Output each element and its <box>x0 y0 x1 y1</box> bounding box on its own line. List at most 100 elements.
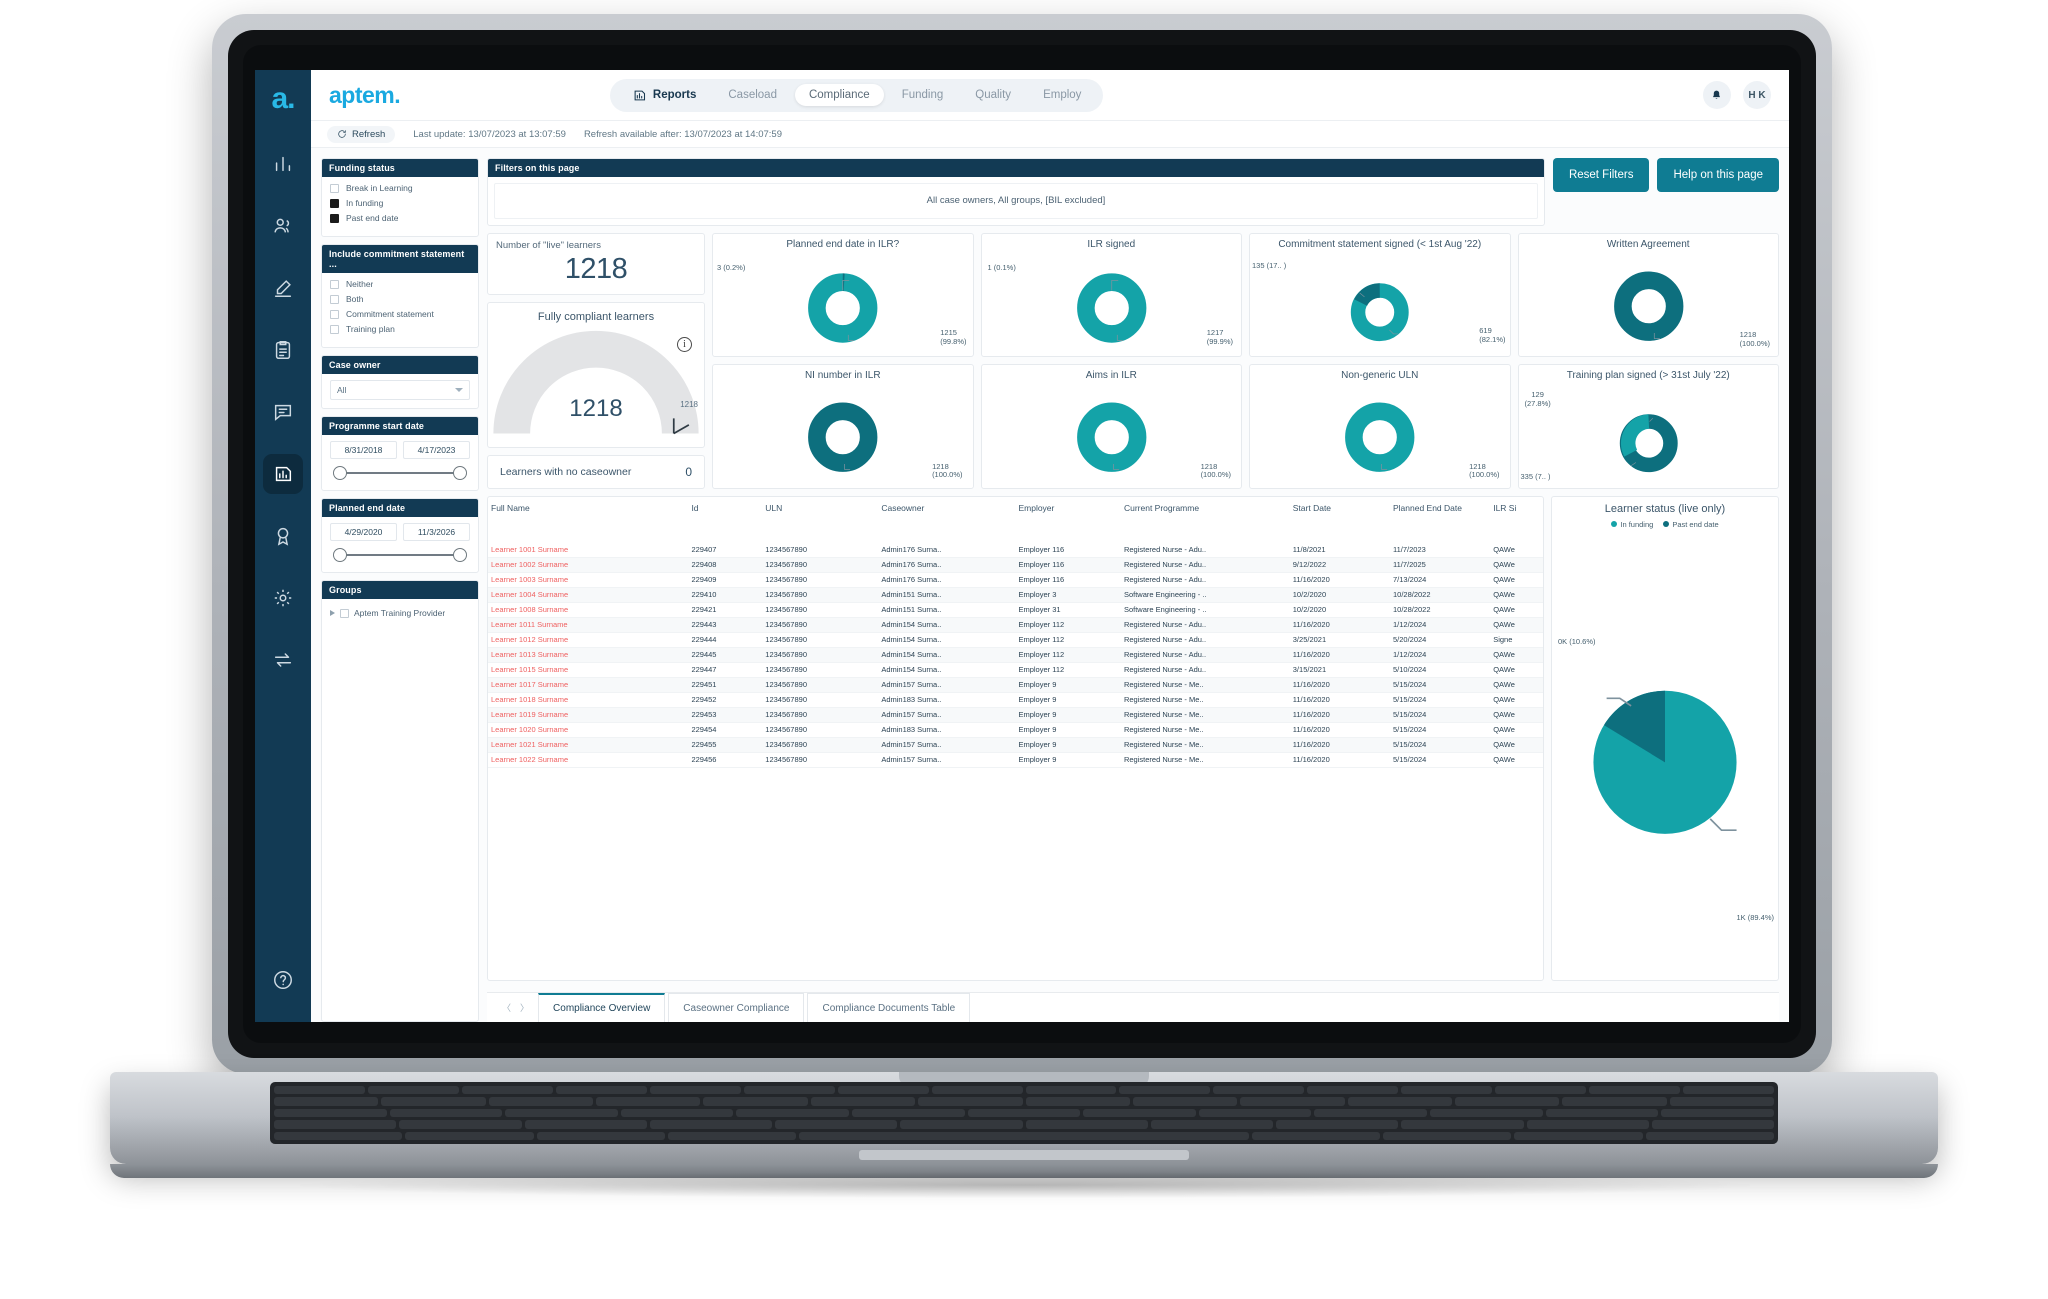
nav-quality[interactable]: Quality <box>961 84 1025 106</box>
programme-start-slider[interactable] <box>333 466 467 480</box>
settings-icon[interactable] <box>263 578 303 618</box>
chart-planned-end-date-in-ilr[interactable]: Planned end date in ILR? 3 (0.2%) 1215 (… <box>712 233 974 358</box>
checkbox-checked-icon[interactable] <box>330 198 339 208</box>
checkbox-icon[interactable] <box>330 324 339 334</box>
tab-caseowner-compliance[interactable]: Caseowner Compliance <box>668 993 805 1022</box>
planned-end-slider[interactable] <box>333 548 467 562</box>
checkbox-icon[interactable] <box>330 183 339 193</box>
nav-reports[interactable]: Reports <box>618 83 710 108</box>
reports-icon[interactable] <box>263 454 303 494</box>
nav-compliance[interactable]: Compliance <box>794 84 884 106</box>
tab-compliance-documents-table[interactable]: Compliance Documents Table <box>807 993 971 1022</box>
table-row[interactable]: Learner 1020 Surname 229454 1234567890 Admi… <box>488 722 1543 738</box>
table-cell: Employer 9 <box>1015 737 1121 753</box>
filter-option-in-funding[interactable]: In funding <box>330 198 470 208</box>
chart-aims-in-ilr[interactable]: Aims in ILR 1218 (100.0%) <box>980 364 1242 489</box>
filter-option-break-in-learning[interactable]: Break in Learning <box>330 183 470 193</box>
tab-next-icon[interactable]: 〉 <box>520 1001 529 1014</box>
col-current-programme[interactable]: Current Programme <box>1121 497 1290 517</box>
table-row[interactable]: Learner 1015 Surname 229447 1234567890 Admi… <box>488 662 1543 678</box>
table-cell: 10/2/2020 <box>1289 587 1390 603</box>
legend-item-in-funding[interactable]: In funding <box>1611 520 1653 529</box>
table-row[interactable]: Learner 1019 Surname 229453 1234567890 Admi… <box>488 707 1543 723</box>
table-cell: Learner 1011 Surname <box>488 617 689 633</box>
table-cell: 229409 <box>688 572 763 588</box>
legend-item-past-end-date[interactable]: Past end date <box>1663 520 1719 529</box>
chart-training-plan-signed[interactable]: Training plan signed (> 31st July '22) 1… <box>1517 364 1779 489</box>
donut-canvas: 135 (17.. ) 619 (82.1%) <box>1250 261 1510 352</box>
col-start-date[interactable]: Start Date <box>1290 497 1390 517</box>
table-cell: 1234567890 <box>762 587 879 603</box>
groups-tree-root[interactable]: Aptem Training Provider <box>330 605 470 621</box>
table-row[interactable]: Learner 1003 Surname 229409 1234567890 Admi… <box>488 572 1543 588</box>
planned-end-to[interactable]: 11/3/2026 <box>403 523 470 541</box>
help-on-this-page-button[interactable]: Help on this page <box>1657 158 1779 192</box>
clipboard-icon[interactable] <box>263 330 303 370</box>
table-row[interactable]: Learner 1017 Surname 229451 1234567890 Admi… <box>488 677 1543 693</box>
rail-logo[interactable]: a. <box>271 84 295 114</box>
programme-start-to[interactable]: 4/17/2023 <box>403 441 470 459</box>
tab-compliance-overview[interactable]: Compliance Overview <box>538 993 666 1022</box>
filter-option-training-plan[interactable]: Training plan <box>330 324 470 334</box>
chevron-right-icon[interactable] <box>330 610 335 616</box>
nav-funding[interactable]: Funding <box>888 84 958 106</box>
chart-learner-status[interactable]: Learner status (live only) In funding Pa… <box>1551 495 1779 981</box>
tab-prev-icon[interactable]: 〈 <box>502 1001 511 1014</box>
col-caseowner[interactable]: Caseowner <box>878 497 1015 517</box>
learners-table[interactable]: Full Name Id ULN Caseowner Employer Curr… <box>488 497 1543 768</box>
chart-non-generic-uln[interactable]: Non-generic ULN 1218 (100.0%) <box>1249 364 1511 489</box>
chat-icon[interactable] <box>263 392 303 432</box>
chart-ilr-signed[interactable]: ILR signed 1 (0.1%) 1217 (99.9%) <box>980 233 1242 358</box>
award-icon[interactable] <box>263 516 303 556</box>
table-row[interactable]: Learner 1012 Surname 229444 1234567890 Admi… <box>488 632 1543 648</box>
table-row[interactable]: Learner 1004 Surname 229410 1234567890 Admi… <box>488 587 1543 603</box>
planned-end-from[interactable]: 4/29/2020 <box>330 523 397 541</box>
col-employer[interactable]: Employer <box>1015 497 1121 517</box>
checkbox-icon[interactable] <box>330 294 339 304</box>
table-cell: 1234567890 <box>762 632 879 648</box>
col-planned-end-date[interactable]: Planned End Date <box>1390 497 1490 517</box>
slider-handle-left[interactable] <box>333 548 347 562</box>
avatar[interactable]: H K <box>1742 81 1771 109</box>
notifications-bell-icon[interactable] <box>1702 81 1731 109</box>
col-uln[interactable]: ULN <box>762 497 878 517</box>
filter-option-past-end-date[interactable]: Past end date <box>330 213 470 223</box>
nav-caseload[interactable]: Caseload <box>714 84 791 106</box>
slider-handle-right[interactable] <box>453 548 467 562</box>
analytics-icon[interactable] <box>263 144 303 184</box>
pen-icon[interactable] <box>263 268 303 308</box>
col-ilr-signed[interactable]: ILR Si <box>1490 497 1543 517</box>
help-icon[interactable] <box>263 960 303 1000</box>
checkbox-icon[interactable] <box>330 279 339 289</box>
nav-employ[interactable]: Employ <box>1029 84 1095 106</box>
table-row[interactable]: Learner 1008 Surname 229421 1234567890 Admi… <box>488 602 1543 618</box>
filter-option-neither[interactable]: Neither <box>330 279 470 289</box>
people-icon[interactable] <box>263 206 303 246</box>
table-cell: Admin154 Surna.. <box>878 617 1016 633</box>
checkbox-checked-icon[interactable] <box>330 213 339 223</box>
col-id[interactable]: Id <box>688 497 762 517</box>
transfer-icon[interactable] <box>263 640 303 680</box>
refresh-button[interactable]: Refresh <box>327 125 396 143</box>
chart-commitment-statement-signed[interactable]: Commitment statement signed (< 1st Aug '… <box>1249 233 1511 358</box>
reset-filters-button[interactable]: Reset Filters <box>1552 158 1650 192</box>
case-owner-select[interactable]: All <box>330 380 470 400</box>
filter-option-commitment-statement[interactable]: Commitment statement <box>330 309 470 319</box>
table-row[interactable]: Learner 1011 Surname 229443 1234567890 Admi… <box>488 617 1543 633</box>
chart-ni-number-in-ilr[interactable]: NI number in ILR 1218 (100.0%) <box>712 364 974 489</box>
checkbox-icon[interactable] <box>340 608 349 618</box>
filter-option-label: Training plan <box>346 324 395 334</box>
table-row[interactable]: Learner 1001 Surname 229407 1234567890 Admi… <box>488 542 1543 558</box>
col-full-name[interactable]: Full Name <box>488 497 688 517</box>
chart-written-agreement[interactable]: Written Agreement 1218 (100.0%) <box>1517 233 1779 358</box>
table-row[interactable]: Learner 1002 Surname 229408 1234567890 Admi… <box>488 557 1543 573</box>
programme-start-from[interactable]: 8/31/2018 <box>330 441 397 459</box>
table-row[interactable]: Learner 1021 Surname 229455 1234567890 Admi… <box>488 737 1543 753</box>
checkbox-icon[interactable] <box>330 309 339 319</box>
table-row[interactable]: Learner 1013 Surname 229445 1234567890 Admi… <box>488 647 1543 663</box>
table-row[interactable]: Learner 1018 Surname 229452 1234567890 Admi… <box>488 692 1543 708</box>
slider-handle-right[interactable] <box>453 466 467 480</box>
table-row[interactable]: Learner 1022 Surname 229456 1234567890 Admi… <box>488 752 1543 768</box>
filter-option-both[interactable]: Both <box>330 294 470 304</box>
slider-handle-left[interactable] <box>333 466 347 480</box>
